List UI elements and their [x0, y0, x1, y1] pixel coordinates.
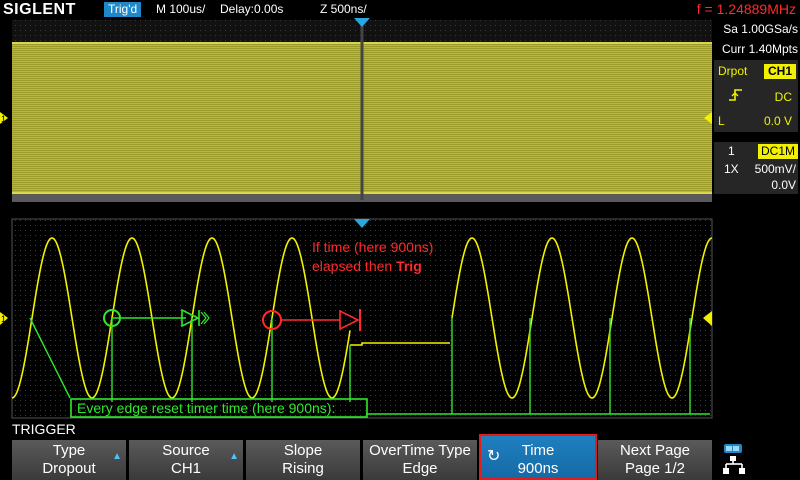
- ch1-marker-label-top: 1: [1, 114, 6, 124]
- trigger-coupling: DC: [774, 90, 792, 104]
- softkey-source[interactable]: Source CH1 ▲: [129, 440, 243, 480]
- up-arrow-icon: ▲: [112, 451, 122, 462]
- green-annotation-text: Every edge reset timer time (here 900ns)…: [77, 400, 335, 416]
- rotate-knob-icon: ↻: [487, 448, 501, 465]
- channel-offset: 0.0V: [771, 178, 796, 192]
- ch1-marker-label-zoom: 1: [1, 314, 6, 324]
- menu-title: TRIGGER: [12, 421, 76, 437]
- right-info-panel: Sa 1.00GSa/s Curr 1.40Mpts Drpot CH1 DC …: [712, 20, 800, 200]
- channel1-info-box[interactable]: 1 DC1M 1X 500mV/ 0.0V: [714, 142, 799, 194]
- trigger-type-label: Drpot: [718, 64, 748, 78]
- red-annotation-line1: If time (here 900ns): [312, 239, 433, 255]
- rising-edge-icon: [729, 89, 742, 101]
- waveform-display[interactable]: 1 1 If time (here 900ns) elapsed then Tr…: [0, 0, 800, 420]
- channel-coupling-badge: DC1M: [758, 144, 799, 159]
- trigger-level-label: L: [718, 114, 725, 128]
- sample-rate-readout: Sa 1.00GSa/s: [723, 22, 798, 36]
- softkey-type[interactable]: Type Dropout ▲: [12, 440, 126, 480]
- softkey-next-page[interactable]: Next Page Page 1/2: [598, 440, 712, 480]
- probe-ratio: 1X: [724, 162, 739, 176]
- network-icon[interactable]: [722, 442, 748, 478]
- volts-per-div: 500mV/: [754, 162, 796, 176]
- softkey-slope[interactable]: Slope Rising: [246, 440, 360, 480]
- trigger-level-value: 0.0 V: [763, 114, 792, 128]
- channel-number: 1: [728, 144, 735, 158]
- trigger-source-badge: CH1: [764, 64, 797, 79]
- red-annotation-line2: elapsed then Trig: [312, 258, 422, 274]
- memory-depth-readout: Curr 1.40Mpts: [721, 42, 798, 56]
- up-arrow-icon: ▲: [229, 451, 239, 462]
- softkey-time[interactable]: ↻ Time 900ns: [479, 434, 597, 480]
- softkey-overtime-type[interactable]: OverTime Type Edge: [363, 440, 477, 480]
- trigger-info-box[interactable]: Drpot CH1 DC L 0.0 V: [714, 60, 798, 132]
